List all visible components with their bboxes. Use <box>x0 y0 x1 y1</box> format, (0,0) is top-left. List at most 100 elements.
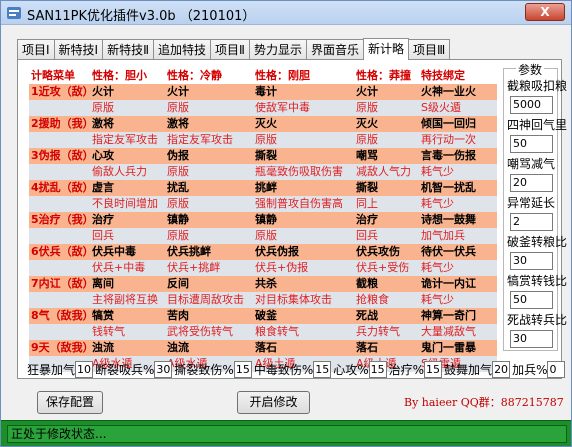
grid-cell: 对目标集体攻击 <box>255 293 332 306</box>
grid-cell[interactable]: 神算一奇门 <box>419 308 497 324</box>
grid-cell[interactable]: 撕裂 <box>354 180 419 196</box>
bottom-param-input[interactable]: 15 <box>313 360 332 378</box>
param-input[interactable]: 5000 <box>510 96 553 114</box>
grid-header-cell: 计略菜单 <box>31 69 75 82</box>
bottom-param-label: 撕裂致伤% <box>174 362 234 377</box>
grid-cell[interactable]: 毒计 <box>253 84 354 100</box>
bottom-param-label: 中毒致伤% <box>253 362 314 377</box>
bottom-param-input[interactable]: 0 <box>547 360 566 378</box>
grid-cell[interactable]: 浊流 <box>165 340 253 356</box>
tab-8[interactable]: 项目Ⅲ <box>408 39 451 60</box>
grid-row-label <box>29 196 90 212</box>
grid-cell[interactable]: 治疗 <box>354 212 419 228</box>
grid-cell[interactable]: 嘲骂 <box>354 148 419 164</box>
grid-cell[interactable]: 激将 <box>90 116 165 132</box>
grid-cell: 指定友军攻击 <box>92 133 158 146</box>
grid-cell[interactable]: 鬼门一雷暴 <box>419 340 497 356</box>
grid-cell[interactable]: 共杀 <box>253 276 354 292</box>
bottom-param-input[interactable]: 15 <box>233 360 252 378</box>
grid-cell[interactable]: 伪报 <box>165 148 253 164</box>
bottom-param-input[interactable]: 30 <box>154 360 173 378</box>
tab-0[interactable]: 项目Ⅰ <box>17 39 55 60</box>
param-input[interactable]: 30 <box>510 330 553 348</box>
param-label: 嘲骂减气 <box>507 157 556 171</box>
grid-cell: 原版 <box>356 101 378 114</box>
grid-row-label <box>29 164 90 180</box>
tab-1[interactable]: 新特技Ⅰ <box>53 39 104 60</box>
tab-2[interactable]: 新特技Ⅱ <box>102 39 155 60</box>
save-config-button[interactable]: 保存配置 <box>37 391 103 414</box>
grid-cell[interactable]: 火计 <box>90 84 165 100</box>
bottom-param-input[interactable]: 15 <box>424 360 443 378</box>
grid-cell[interactable]: 破釜 <box>253 308 354 324</box>
grid-row-label <box>29 324 90 340</box>
grid-cell[interactable]: 激将 <box>165 116 253 132</box>
grid-cell[interactable]: 灭火 <box>354 116 419 132</box>
grid-cell: 钱转气 <box>92 325 125 338</box>
grid-cell[interactable]: 倾国一回归 <box>419 116 497 132</box>
grid-row-label: 7内讧（敌） <box>31 277 90 290</box>
grid-cell[interactable]: 心攻 <box>90 148 165 164</box>
bottom-param-input[interactable]: 15 <box>368 360 387 378</box>
grid-cell[interactable]: 反间 <box>165 276 253 292</box>
grid-cell[interactable]: 火神一业火 <box>419 84 497 100</box>
param-input[interactable]: 50 <box>510 135 553 153</box>
grid-cell: 原版 <box>167 165 189 178</box>
grid-cell[interactable]: 镇静 <box>165 212 253 228</box>
grid-cell[interactable]: 治疗 <box>90 212 165 228</box>
grid-cell[interactable]: 扰乱 <box>165 180 253 196</box>
grid-cell[interactable]: 伏兵攻伤 <box>354 244 419 260</box>
grid-cell[interactable]: 浊流 <box>90 340 165 356</box>
bottom-param-input[interactable]: 20 <box>492 360 511 378</box>
param-label: 四神回气里 <box>507 118 568 132</box>
grid-cell[interactable]: 灭火 <box>253 116 354 132</box>
param-input[interactable]: 20 <box>510 174 553 192</box>
tab-6[interactable]: 界面音乐 <box>305 39 364 60</box>
grid-cell: 加气加兵 <box>421 229 465 242</box>
grid-cell[interactable]: 撕裂 <box>253 148 354 164</box>
grid-cell[interactable]: 机智一扰乱 <box>419 180 497 196</box>
param-input[interactable]: 50 <box>510 291 553 309</box>
bottom-param-input[interactable]: 10 <box>75 360 94 378</box>
grid-cell[interactable]: 离间 <box>90 276 165 292</box>
bottom-param-label: 鼓舞加气 <box>444 362 493 377</box>
grid-cell[interactable]: 截粮 <box>354 276 419 292</box>
grid-cell[interactable]: 虚言 <box>90 180 165 196</box>
grid-cell: 回兵 <box>356 229 378 242</box>
grid-cell[interactable]: 挑衅 <box>253 180 354 196</box>
title-bar[interactable]: SAN11PK优化插件v3.0b （210101） X <box>1 1 571 25</box>
grid-cell[interactable]: 镇静 <box>253 212 354 228</box>
grid-cell[interactable]: 落石 <box>253 340 354 356</box>
grid-desc-row: 回兵 原版 原版 回兵 加气加兵 <box>29 228 497 244</box>
grid-cell[interactable]: 伏兵中毒 <box>90 244 165 260</box>
param-input[interactable]: 2 <box>510 213 553 231</box>
param-input[interactable]: 30 <box>510 252 553 270</box>
grid-cell[interactable]: 火计 <box>354 84 419 100</box>
grid-cell[interactable]: 犒赏 <box>90 308 165 324</box>
grid-cell: 不良时间增加 <box>92 197 158 210</box>
grid-cell: 回兵 <box>92 229 114 242</box>
tab-4[interactable]: 项目Ⅱ <box>210 39 250 60</box>
grid-cell[interactable]: 待伏一伏兵 <box>419 244 497 260</box>
grid-cell[interactable]: 苦肉 <box>165 308 253 324</box>
close-button[interactable]: X <box>525 3 565 21</box>
grid-cell: 原版 <box>167 101 189 114</box>
tab-7[interactable]: 新计略 <box>362 38 409 60</box>
grid-cell[interactable]: 诗想一鼓舞 <box>419 212 497 228</box>
grid-cell: 兵力转气 <box>356 325 400 338</box>
grid-cell[interactable]: 伏兵挑衅 <box>165 244 253 260</box>
param-label: 截粮吸扣粮 <box>507 79 568 93</box>
tab-5[interactable]: 势力显示 <box>248 39 307 60</box>
grid-cell: 原版 <box>167 229 189 242</box>
grid-cell[interactable]: 诡计一内讧 <box>419 276 497 292</box>
grid-cell[interactable]: 火计 <box>165 84 253 100</box>
grid-row-label: 6伏兵（敌） <box>31 245 90 258</box>
grid-cell[interactable]: 伏兵伪报 <box>253 244 354 260</box>
bottom-params: 狂暴加气 10 断裂吸兵% 30 撕裂致伤% 15 中毒致伤% 15 心攻% 15 治疗% 15 鼓舞加… <box>27 360 567 378</box>
grid-cell[interactable]: 言毒一伤报 <box>419 148 497 164</box>
grid-cell[interactable]: 落石 <box>354 340 419 356</box>
grid-cell[interactable]: 死战 <box>354 308 419 324</box>
grid-row-label <box>29 132 90 148</box>
start-modify-button[interactable]: 开启修改 <box>237 391 310 414</box>
tab-3[interactable]: 追加特技 <box>153 39 212 60</box>
